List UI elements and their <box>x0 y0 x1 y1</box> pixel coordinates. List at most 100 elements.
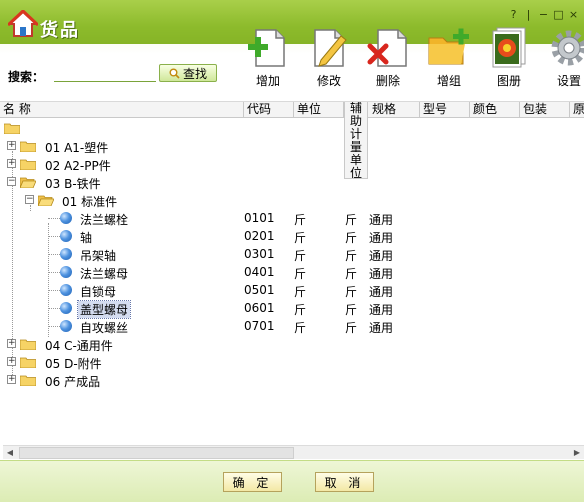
item-aux-unit: 斤 <box>345 285 358 299</box>
tree-group-label[interactable]: 03 B-铁件 <box>45 175 101 192</box>
gear-icon <box>551 30 584 66</box>
settings-button[interactable]: 设置 <box>543 26 584 89</box>
item-spec: 通用 <box>369 321 394 335</box>
tree-group-label[interactable]: 02 A2-PP件 <box>45 157 111 174</box>
item-name[interactable]: 盖型螺母 <box>76 300 132 319</box>
footer: 确 定 取 消 <box>0 460 584 502</box>
col-unit[interactable]: 单位 <box>294 102 344 118</box>
search-button-label: 查找 <box>182 66 207 81</box>
item-name[interactable]: 自攻螺丝 <box>80 319 128 336</box>
item-name[interactable]: 法兰螺栓 <box>80 211 128 228</box>
item-name[interactable]: 法兰螺母 <box>80 265 128 282</box>
item-unit: 斤 <box>294 267 307 281</box>
album-label: 图册 <box>496 74 521 88</box>
table-row[interactable]: 吊架轴 0301 斤 斤 通用 <box>0 245 584 263</box>
table-row[interactable]: 轴 0201 斤 斤 通用 <box>0 227 584 245</box>
delete-button[interactable]: 删除 <box>362 26 414 89</box>
folder-icon <box>20 159 36 170</box>
tree-group-row[interactable]: + 06 产成品 <box>0 371 584 389</box>
collapse-toggle[interactable]: − <box>25 195 34 204</box>
item-icon <box>60 266 72 278</box>
tree-subgroup-row[interactable]: − 01 标准件 <box>0 191 584 209</box>
table-row-selected[interactable]: 盖型螺母 0601 斤 斤 通用 <box>0 299 584 319</box>
col-orig[interactable]: 原 <box>570 102 584 118</box>
expand-toggle[interactable]: + <box>7 159 16 168</box>
open-folder-icon <box>38 195 54 206</box>
edit-document-icon <box>314 29 347 67</box>
maximize-button[interactable]: □ <box>552 8 565 21</box>
edit-label: 修改 <box>316 74 341 88</box>
item-code: 0401 <box>244 265 275 279</box>
search-button[interactable]: 查找 <box>159 64 217 82</box>
item-code: 0501 <box>244 283 275 297</box>
folder-icon <box>20 357 36 368</box>
tree-group-row[interactable]: + 01 A1-塑件 <box>0 137 584 155</box>
help-button[interactable]: ? <box>507 8 520 21</box>
tree-group-row[interactable]: + 02 A2-PP件 <box>0 155 584 173</box>
expand-toggle[interactable]: + <box>7 339 16 348</box>
item-icon <box>60 302 72 314</box>
col-code[interactable]: 代码 <box>244 102 294 118</box>
expand-toggle[interactable]: + <box>7 357 16 366</box>
item-name[interactable]: 吊架轴 <box>80 247 116 264</box>
table-row[interactable]: 自攻螺丝 0701 斤 斤 通用 <box>0 317 584 335</box>
item-unit: 斤 <box>294 249 307 263</box>
scroll-thumb[interactable] <box>19 447 294 459</box>
col-spec[interactable]: 规格 <box>369 102 420 118</box>
item-aux-unit: 斤 <box>345 231 358 245</box>
tree-subgroup-label[interactable]: 01 标准件 <box>62 193 117 210</box>
album-button[interactable]: 图册 <box>483 26 535 89</box>
horizontal-scrollbar[interactable]: ◀ ▶ <box>3 445 584 459</box>
item-name[interactable]: 自锁母 <box>80 283 116 300</box>
collapse-toggle[interactable]: − <box>7 177 16 186</box>
tree-group-row[interactable]: + 04 C-通用件 <box>0 335 584 353</box>
tree-group-label[interactable]: 04 C-通用件 <box>45 337 113 354</box>
table-row[interactable]: 法兰螺栓 0101 斤 斤 通用 <box>0 209 584 227</box>
add-group-button[interactable]: 增组 <box>423 26 475 89</box>
scroll-left-arrow-icon[interactable]: ◀ <box>4 447 16 459</box>
window-controls: ? | − □ × <box>507 8 580 21</box>
tree-group-row[interactable]: − 03 B-铁件 <box>0 173 584 191</box>
item-spec: 通用 <box>369 231 394 245</box>
item-icon <box>60 212 72 224</box>
separator: | <box>526 8 531 21</box>
table-row[interactable]: 法兰螺母 0401 斤 斤 通用 <box>0 263 584 281</box>
item-name[interactable]: 轴 <box>80 229 92 246</box>
open-folder-icon <box>20 177 36 188</box>
expand-toggle[interactable]: + <box>7 375 16 384</box>
table-row[interactable]: 自锁母 0501 斤 斤 通用 <box>0 281 584 299</box>
tree-group-label[interactable]: 01 A1-塑件 <box>45 139 108 156</box>
item-spec: 通用 <box>369 249 394 263</box>
col-model[interactable]: 型号 <box>420 102 470 118</box>
item-code: 0101 <box>244 211 275 225</box>
minimize-button[interactable]: − <box>537 8 550 21</box>
item-spec: 通用 <box>369 267 394 281</box>
cancel-button[interactable]: 取 消 <box>315 472 374 492</box>
tree-group-label[interactable]: 06 产成品 <box>45 373 100 390</box>
col-package[interactable]: 包装 <box>520 102 570 118</box>
tree-group-label[interactable]: 05 D-附件 <box>45 355 102 372</box>
item-unit: 斤 <box>294 231 307 245</box>
folder-icon <box>20 375 36 386</box>
scroll-right-arrow-icon[interactable]: ▶ <box>571 447 583 459</box>
ok-button[interactable]: 确 定 <box>223 472 282 492</box>
edit-button[interactable]: 修改 <box>303 26 355 89</box>
add-label: 增加 <box>255 74 280 88</box>
add-group-label: 增组 <box>436 74 461 88</box>
tree-root[interactable] <box>0 119 584 137</box>
col-color[interactable]: 颜色 <box>470 102 520 118</box>
item-aux-unit: 斤 <box>345 321 358 335</box>
item-spec: 通用 <box>369 285 394 299</box>
photo-album-icon <box>492 27 526 68</box>
item-unit: 斤 <box>294 303 307 317</box>
search-input[interactable] <box>54 65 156 82</box>
add-button[interactable]: 增加 <box>242 26 294 89</box>
item-code: 0701 <box>244 319 275 333</box>
item-icon <box>60 230 72 242</box>
tree-group-row[interactable]: + 05 D-附件 <box>0 353 584 371</box>
folder-icon <box>20 339 36 350</box>
col-name[interactable]: 名 称 <box>0 102 244 118</box>
expand-toggle[interactable]: + <box>7 141 16 150</box>
close-button[interactable]: × <box>567 8 580 21</box>
item-icon <box>60 248 72 260</box>
